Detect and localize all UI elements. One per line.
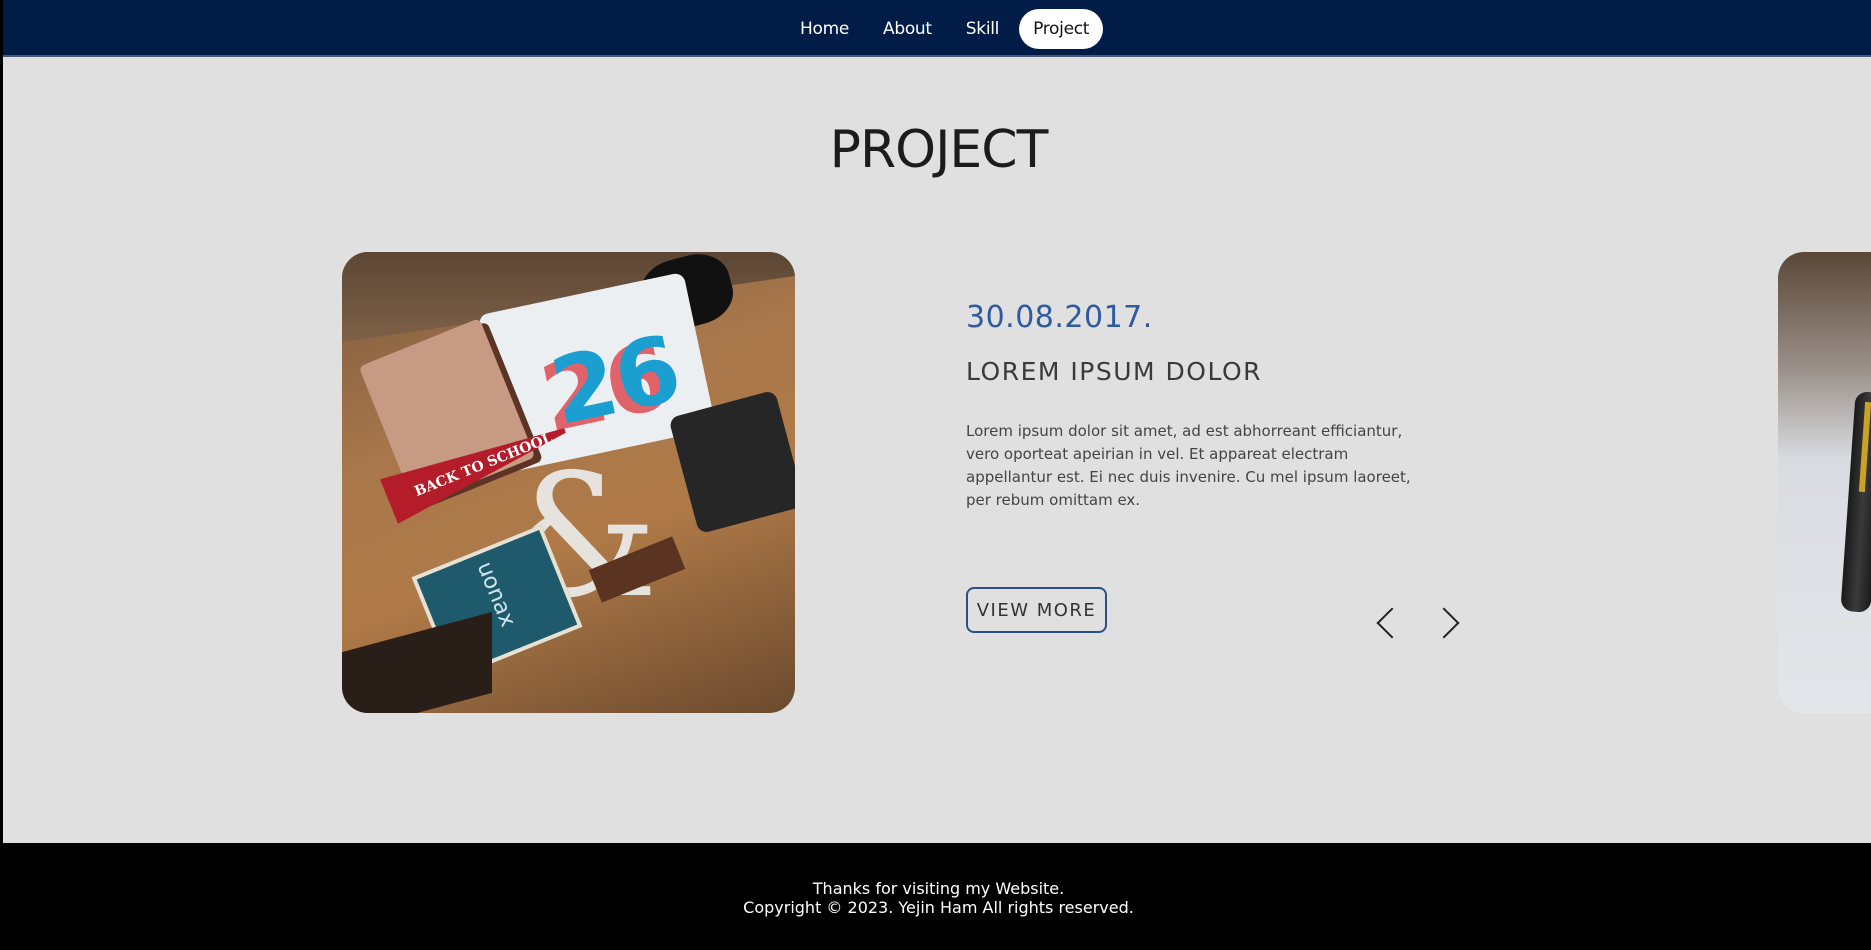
footer: Thanks for visiting my Website. Copyrigh… [3,843,1871,950]
chevron-right-icon[interactable] [1428,607,1460,639]
next-project-image[interactable] [1778,252,1871,713]
project-date: 30.08.2017. [966,300,1153,335]
navbar: Home About Skill Project [3,0,1871,57]
nav-item-home[interactable]: Home [786,9,863,49]
footer-copyright: Copyright © 2023. Yejin Ham All rights r… [743,898,1134,917]
project-description: Lorem ipsum dolor sit amet, ad est abhor… [966,422,1411,509]
nav-item-about[interactable]: About [869,9,946,49]
page: Home About Skill Project PROJECT 26 26 B… [0,0,1871,950]
project-title: LOREM IPSUM DOLOR [966,357,1263,386]
footer-thanks: Thanks for visiting my Website. [812,879,1065,898]
project-image: 26 26 BACK TO SCHOOL & uonax [342,252,795,713]
image-tools [342,611,492,713]
chevron-left-icon[interactable] [1376,607,1408,639]
view-more-button[interactable]: VIEW MORE [966,587,1107,633]
nav-item-project[interactable]: Project [1019,9,1104,49]
nav-item-skill[interactable]: Skill [952,9,1013,49]
section-title: PROJECT [829,120,1049,180]
nav-list: Home About Skill Project [786,9,1104,49]
